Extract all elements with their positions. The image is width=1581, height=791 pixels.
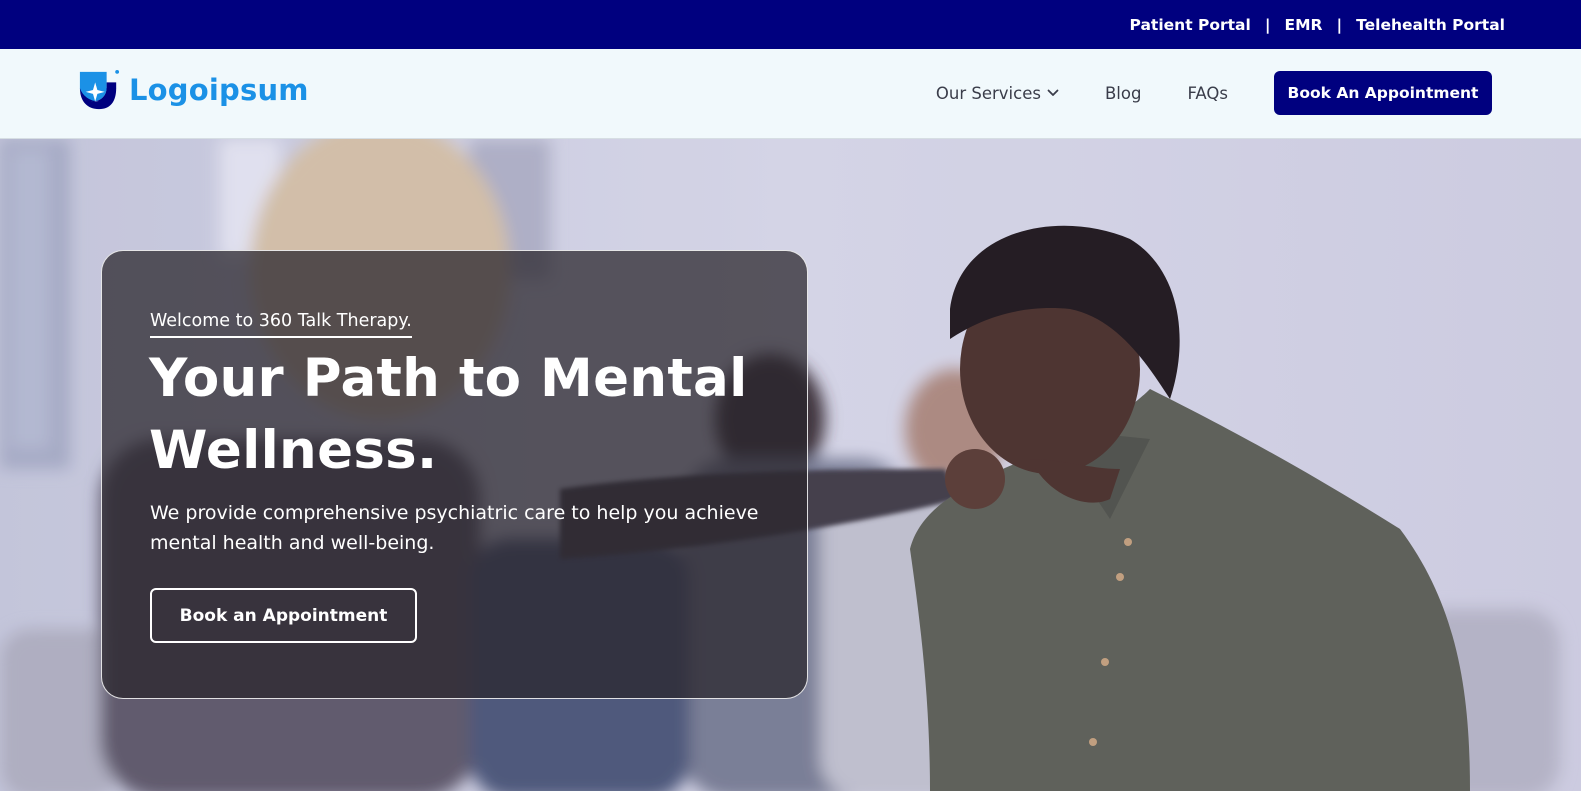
nav-our-services-label: Our Services: [935, 83, 1041, 103]
shield-star-logo-icon: [79, 69, 120, 110]
book-appointment-header-button[interactable]: Book An Appointment: [1274, 71, 1492, 115]
site-header: Logoipsum Our Services Blog FAQs Book An…: [0, 49, 1581, 139]
hero-headline: Your Path to Mental Wellness.: [149, 348, 748, 481]
logo-text: Logoipsum: [129, 73, 309, 107]
telehealth-portal-link[interactable]: Telehealth Portal: [1356, 16, 1505, 34]
utility-bar: Patient Portal | EMR | Telehealth Portal: [0, 0, 1581, 49]
hero-eyebrow: Welcome to 360 Talk Therapy.: [150, 311, 412, 338]
nav-faqs[interactable]: FAQs: [1187, 84, 1228, 103]
chevron-down-icon: [1047, 89, 1059, 96]
book-appointment-hero-button[interactable]: Book an Appointment: [150, 588, 417, 643]
patient-portal-link[interactable]: Patient Portal: [1130, 16, 1251, 34]
nav-our-services[interactable]: Our Services: [936, 84, 1059, 103]
main-nav: Our Services Blog FAQs Book An Appointme…: [936, 71, 1492, 115]
hero-card: Welcome to 360 Talk Therapy. Your Path t…: [101, 250, 808, 699]
nav-blog[interactable]: Blog: [1105, 84, 1141, 103]
separator: |: [1336, 15, 1343, 34]
separator: |: [1264, 15, 1271, 34]
hero-section: Welcome to 360 Talk Therapy. Your Path t…: [0, 139, 1581, 791]
hero-subtext: We provide comprehensive psychiatric car…: [150, 502, 759, 554]
logo[interactable]: Logoipsum: [78, 69, 309, 111]
emr-link[interactable]: EMR: [1285, 16, 1323, 34]
